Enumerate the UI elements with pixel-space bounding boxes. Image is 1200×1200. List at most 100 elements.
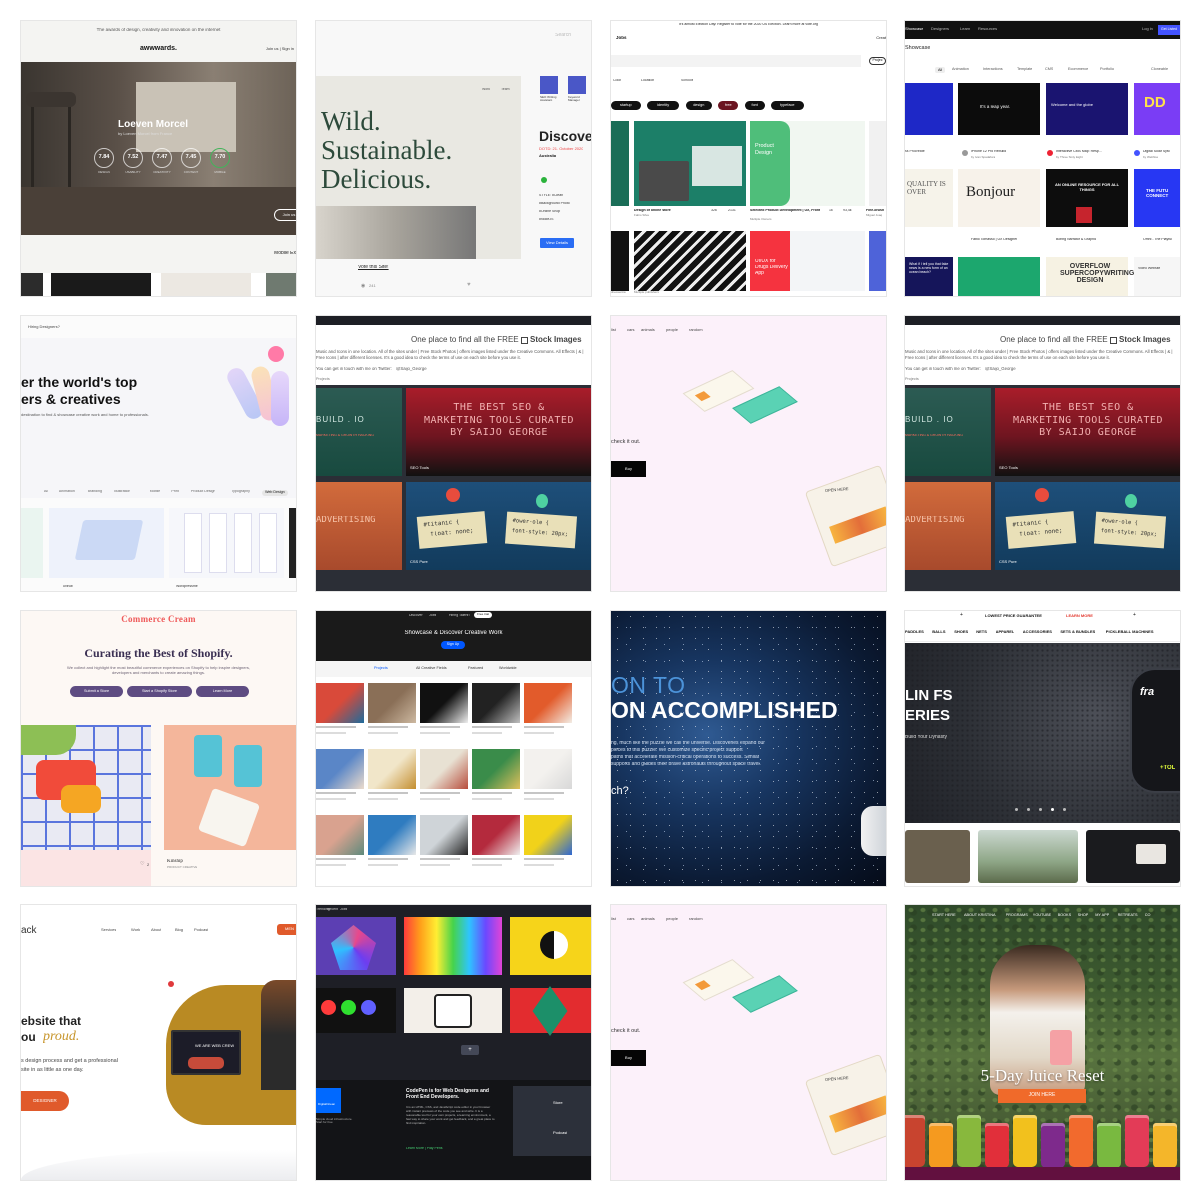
showcase-card[interactable]: What if I tell you that fake news is a n… xyxy=(905,257,953,296)
nav-link[interactable]: START HERE xyxy=(932,913,956,917)
nav-jobs[interactable]: Jobs xyxy=(340,908,347,912)
project-thumb[interactable] xyxy=(472,749,520,789)
card-caption[interactable]: Boring Narrator & Graphic xyxy=(1056,238,1096,242)
filter-featured[interactable]: Featured xyxy=(468,666,483,670)
cta-button[interactable]: DESIGNER xyxy=(21,1091,69,1111)
menu-button[interactable]: MEN xyxy=(277,924,296,935)
tile-pickleball[interactable]: LOWEST PRICE GUARANTEE LEARN MORE + + PA… xyxy=(905,611,1180,886)
store-name[interactable]: Kinship xyxy=(167,859,183,865)
tile-space[interactable]: ON TO ON ACCOMPLISHED ng, much like the … xyxy=(611,611,886,886)
showcase-card[interactable]: Video Website xyxy=(1134,257,1180,296)
showcase-card[interactable]: Welcome and the globe xyxy=(1046,83,1128,135)
filter-chip[interactable]: CMS xyxy=(1045,67,1053,71)
nav-podcast[interactable]: Podcast xyxy=(194,928,208,932)
thumb[interactable] xyxy=(51,273,151,296)
promo-photo[interactable] xyxy=(1086,830,1180,883)
pink-cta[interactable]: Buy xyxy=(611,1050,646,1066)
card-bw-photo[interactable] xyxy=(634,231,746,291)
election-banner[interactable]: It's almost Election Day! Register to vo… xyxy=(611,23,886,27)
awwwards-nav-right[interactable]: Join us | Sign in xyxy=(266,47,294,51)
tile-webflow[interactable]: Showcase Designers Learn Resources Log i… xyxy=(905,21,1180,296)
card-caption[interactable]: iPhone 12 Pro Rebuild xyxy=(971,150,1006,154)
next-page-button[interactable]: + xyxy=(461,1045,479,1055)
nav-showcase[interactable]: Showcase xyxy=(905,27,923,31)
join-button[interactable]: Join us xyxy=(274,209,296,221)
project-thumb[interactable] xyxy=(316,683,364,723)
project-thumb[interactable] xyxy=(524,815,572,855)
preview-nav-team[interactable]: Team xyxy=(501,88,510,92)
card-caption[interactable]: Interactive CMS Map: Resp... xyxy=(1056,150,1102,154)
project-thumb[interactable] xyxy=(420,683,468,723)
category-tab[interactable]: Print xyxy=(171,490,178,494)
showcase-card[interactable]: DD xyxy=(1134,83,1180,135)
card-partial[interactable] xyxy=(611,231,629,291)
card-icon[interactable] xyxy=(568,76,586,94)
carousel-dot[interactable] xyxy=(1039,808,1042,811)
brand-logo[interactable]: Commerce Cream xyxy=(21,615,296,625)
thumb[interactable] xyxy=(161,273,251,296)
tile-cssda[interactable]: Search Work Team Wild. Sustainable. Deli… xyxy=(316,21,591,296)
category-tab[interactable]: Illustration xyxy=(114,490,130,494)
nav-services[interactable]: Services xyxy=(101,928,116,932)
project-thumb[interactable] xyxy=(316,749,364,789)
nav-people[interactable]: people xyxy=(666,917,678,921)
category-link[interactable]: ACCESSORIES xyxy=(1023,630,1052,634)
tile-pink-2[interactable]: list cars animals people random check it… xyxy=(611,905,886,1180)
filter-schools[interactable]: Schools xyxy=(681,79,693,83)
showcase-card[interactable] xyxy=(905,83,953,135)
filter-chip[interactable]: Cloneable xyxy=(1151,67,1168,71)
tile-awwwards[interactable]: The awards of design, creativity and inn… xyxy=(21,21,296,296)
filter-chip[interactable]: Interactions xyxy=(983,67,1003,71)
project-thumb[interactable] xyxy=(368,749,416,789)
nav-jobs[interactable]: Jobs xyxy=(429,614,436,618)
nav-hiring[interactable]: Hiring Talent? xyxy=(449,614,470,618)
nav-discover[interactable]: Discover xyxy=(409,614,423,618)
carousel-dot[interactable] xyxy=(1027,808,1030,811)
nav-resources[interactable]: Resources xyxy=(978,27,997,31)
promo-link[interactable]: LEARN MORE xyxy=(1066,614,1093,618)
stock-card-seo[interactable]: THE BEST SEO & MARKETING TOOLS CURATED B… xyxy=(406,388,591,476)
view-details-button[interactable]: View Details xyxy=(540,238,574,248)
nav-link[interactable]: MY APP xyxy=(1095,913,1109,917)
category-link[interactable]: NETS xyxy=(976,630,987,634)
project-card[interactable] xyxy=(289,508,296,578)
thumb[interactable] xyxy=(266,273,296,296)
tile-commerce-cream[interactable]: Commerce Cream Curating the Best of Shop… xyxy=(21,611,296,886)
card-drugs-app[interactable]: UI/UX for Drugs Delivery App xyxy=(750,231,865,291)
stock-twitter-handle[interactable]: @Saijo_George xyxy=(396,367,427,372)
pen-card[interactable] xyxy=(510,986,591,1036)
nav-blog[interactable]: Blog xyxy=(175,928,183,932)
pen-card[interactable] xyxy=(316,988,396,1033)
project-thumb[interactable] xyxy=(472,815,520,855)
tag-chip[interactable]: font xyxy=(744,101,765,110)
nav-link[interactable]: YOUTUBE xyxy=(1033,913,1051,917)
tile-codepen[interactable]: Trending Recent Jobs + DigitalOcean Simp… xyxy=(316,905,591,1180)
nav-list[interactable]: list xyxy=(611,917,616,921)
hiring-link[interactable]: Hiring Designers? xyxy=(28,325,60,329)
nav-cars[interactable]: cars xyxy=(627,917,635,921)
tag-chip[interactable]: typeface xyxy=(770,101,804,110)
showcase-card[interactable]: AN ONLINE RESOURCE FOR ALL THINGS xyxy=(1046,169,1128,227)
get-listed-button[interactable]: Get Listed xyxy=(1158,25,1180,35)
heart-icon[interactable]: ♥ xyxy=(467,282,471,289)
heart-icon[interactable]: ♡ xyxy=(140,861,144,868)
preview-nav-work[interactable]: Work xyxy=(482,88,490,92)
showcase-card[interactable]: It's a leap year. xyxy=(958,83,1040,135)
vote-link[interactable]: Vote this Site! xyxy=(358,265,389,271)
tile-behance-search[interactable]: It's almost Election Day! Register to vo… xyxy=(611,21,886,296)
showcase-card[interactable]: QUALITY IS OVER xyxy=(905,169,953,227)
nav-link[interactable]: BOOKS xyxy=(1058,913,1072,917)
promo-links[interactable]: Learn More | Play Pens xyxy=(406,1147,443,1151)
nav-animals[interactable]: animals xyxy=(641,917,655,921)
project-thumb[interactable] xyxy=(472,683,520,723)
learn-more-button[interactable]: Learn More xyxy=(196,686,249,697)
showcase-card[interactable]: OVERFLOW SUPERCOPYWRITING DESIGN xyxy=(1046,257,1134,296)
card-title[interactable]: Design of online store xyxy=(634,209,671,213)
project-thumb[interactable] xyxy=(368,683,416,723)
nav-link[interactable]: RETREATS xyxy=(1118,913,1138,917)
project-card[interactable] xyxy=(169,508,284,578)
project-thumb[interactable] xyxy=(524,749,572,789)
showcase-card[interactable] xyxy=(958,257,1040,296)
nav-cars[interactable]: cars xyxy=(627,328,635,332)
card-icon[interactable] xyxy=(540,76,558,94)
